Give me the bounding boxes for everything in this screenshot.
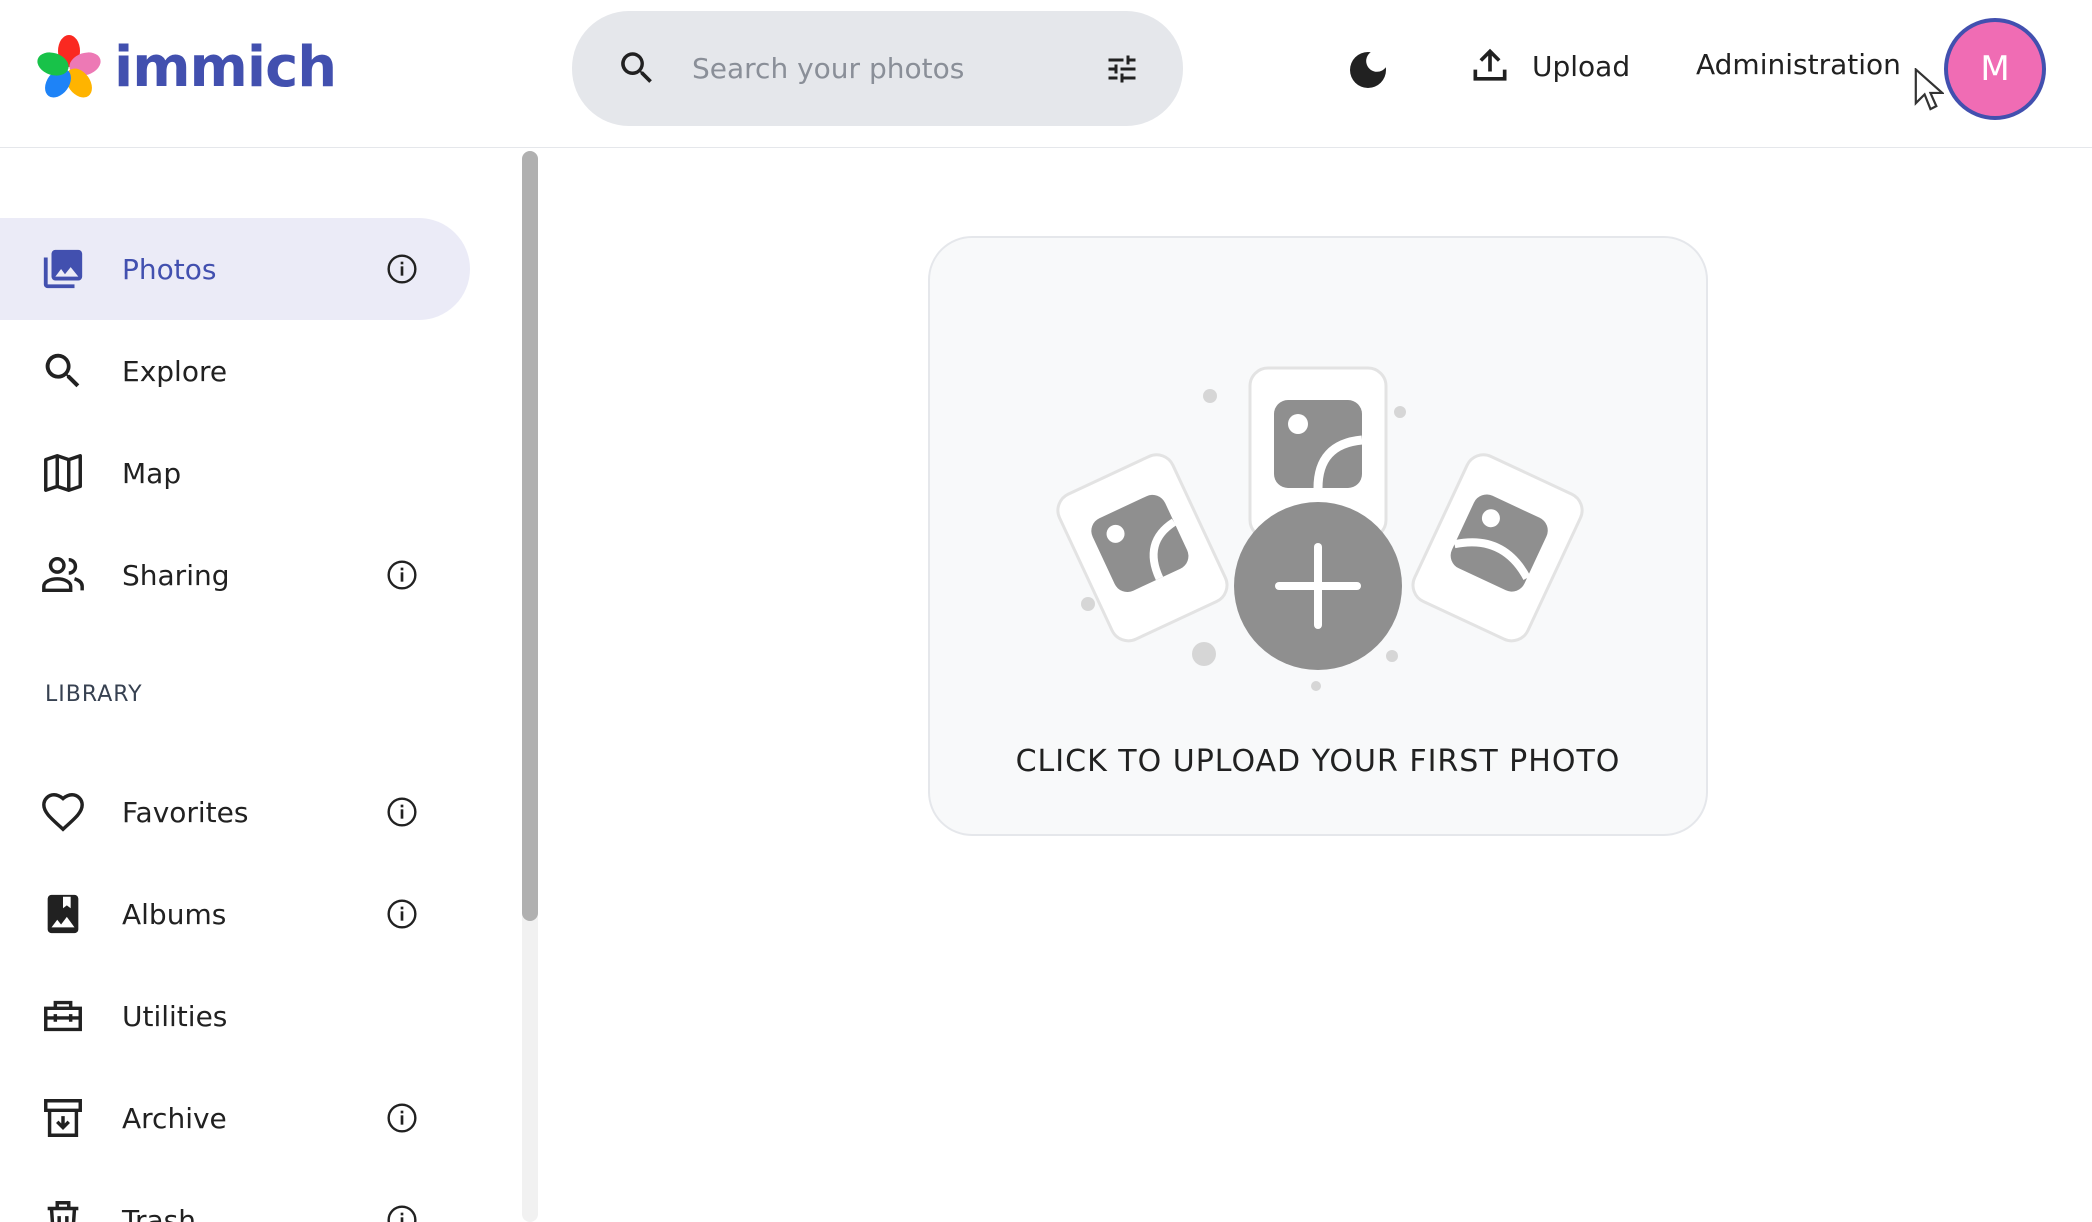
sidebar: Photos Explore Map Sharing LIBRARY Favor… <box>0 149 540 1222</box>
map-icon <box>44 454 82 492</box>
sidebar-item-archive[interactable]: Archive <box>0 1067 470 1169</box>
sidebar-scrollbar-thumb[interactable] <box>522 151 538 921</box>
search-filter-icon[interactable] <box>1102 51 1142 87</box>
trash-icon <box>47 1201 79 1222</box>
sidebar-item-map[interactable]: Map <box>0 422 470 524</box>
sidebar-item-photos[interactable]: Photos <box>0 218 470 320</box>
logo-text: immich <box>114 34 337 100</box>
sidebar-item-explore[interactable]: Explore <box>0 320 470 422</box>
upload-first-photo-card[interactable]: CLICK TO UPLOAD YOUR FIRST PHOTO <box>928 236 1708 836</box>
sidebar-item-label: Utilities <box>122 999 228 1033</box>
heart-icon <box>42 793 84 832</box>
info-icon[interactable] <box>386 1204 418 1222</box>
sidebar-item-label: Sharing <box>122 558 230 592</box>
sidebar-item-label: Explore <box>122 354 228 388</box>
immich-logo[interactable]: immich <box>36 34 337 100</box>
sidebar-item-sharing[interactable]: Sharing <box>0 524 470 626</box>
mouse-cursor-icon <box>1914 68 1944 111</box>
sidebar-item-label: Archive <box>122 1101 227 1135</box>
info-icon[interactable] <box>386 559 418 591</box>
upload-cta-text: CLICK TO UPLOAD YOUR FIRST PHOTO <box>1015 744 1621 779</box>
sidebar-item-trash[interactable]: Trash <box>0 1169 470 1222</box>
sidebar-item-albums[interactable]: Albums <box>0 863 470 965</box>
info-icon[interactable] <box>386 1102 418 1134</box>
album-icon <box>47 894 79 934</box>
administration-link[interactable]: Administration <box>1696 48 1901 81</box>
empty-photos-illustration <box>1056 366 1584 691</box>
sidebar-item-label: Favorites <box>122 795 249 829</box>
upload-label: Upload <box>1532 49 1631 83</box>
search-icon[interactable] <box>616 47 658 89</box>
info-icon[interactable] <box>386 796 418 828</box>
sidebar-item-label: Albums <box>122 897 227 931</box>
top-bar: immich Upload Administration M <box>0 0 2092 148</box>
toolbox-icon <box>44 1000 82 1032</box>
sidebar-item-utilities[interactable]: Utilities <box>0 965 470 1067</box>
upload-icon <box>1473 48 1507 81</box>
library-section-title: LIBRARY <box>45 682 143 707</box>
upload-button[interactable]: Upload <box>1468 40 1630 92</box>
sidebar-item-label: Trash <box>122 1203 196 1222</box>
dark-mode-toggle-icon[interactable] <box>1344 46 1392 94</box>
sidebar-item-label: Photos <box>122 252 217 286</box>
immich-pinwheel-icon <box>37 35 101 98</box>
info-icon[interactable] <box>386 898 418 930</box>
sidebar-item-label: Map <box>122 456 182 490</box>
info-icon[interactable] <box>386 253 418 285</box>
people-icon <box>42 556 84 593</box>
sidebar-item-favorites[interactable]: Favorites <box>0 761 470 863</box>
archive-icon <box>44 1099 82 1137</box>
user-avatar[interactable]: M <box>1944 18 2046 120</box>
photos-icon <box>43 249 83 289</box>
search-icon <box>45 353 80 388</box>
search-input[interactable] <box>692 41 1052 95</box>
search-bar[interactable] <box>572 11 1183 126</box>
